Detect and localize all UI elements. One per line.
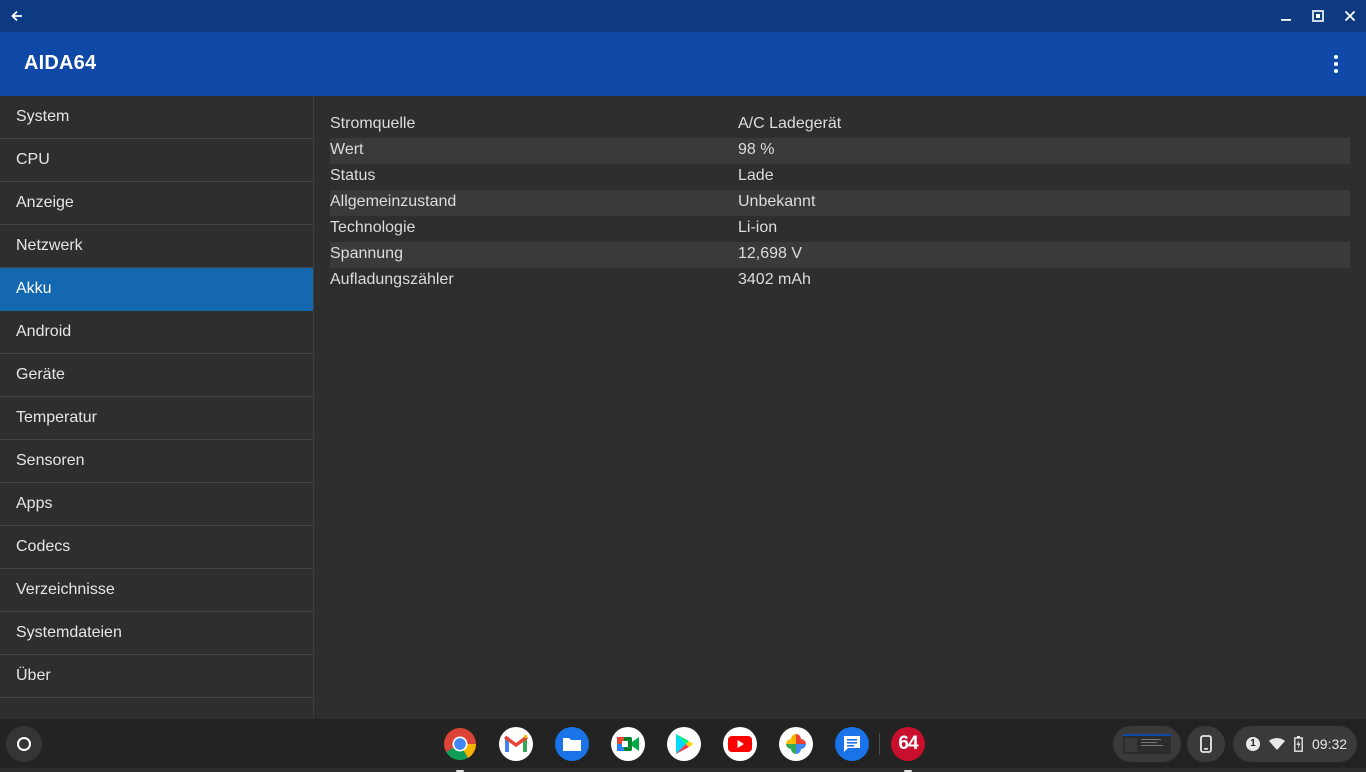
- notification-count-badge: 1: [1246, 737, 1260, 751]
- sidebar-item-temperatur[interactable]: Temperatur: [0, 397, 313, 440]
- sidebar-item-label: Temperatur: [16, 409, 97, 426]
- shelf: 64 1 09:32: [0, 719, 1366, 772]
- aida64-icon: 64: [898, 733, 918, 754]
- sidebar-item-label: CPU: [16, 151, 50, 168]
- info-row-stromquelle: Stromquelle A/C Ladegerät: [330, 112, 1350, 138]
- info-row-wert: Wert 98 %: [330, 138, 1350, 164]
- chrome-icon: [444, 728, 477, 761]
- sidebar-item-anzeige[interactable]: Anzeige: [0, 182, 313, 225]
- gmail-app-button[interactable]: [499, 727, 533, 761]
- sidebar-item-ueber[interactable]: Über: [0, 655, 313, 698]
- info-row-aufladungszaehler: Aufladungszähler 3402 mAh: [330, 268, 1350, 294]
- sidebar-item-label: Über: [16, 667, 51, 684]
- aida64-app-button[interactable]: 64: [891, 727, 925, 772]
- gmail-icon: [504, 734, 528, 752]
- minimize-button[interactable]: [1276, 6, 1296, 26]
- info-value: Lade: [738, 167, 774, 184]
- sidebar-item-system[interactable]: System: [0, 96, 313, 139]
- shelf-separator: [879, 733, 880, 755]
- meet-icon: [617, 737, 639, 751]
- window-preview-thumbnail[interactable]: [1113, 726, 1181, 762]
- chrome-app-button[interactable]: [443, 727, 477, 772]
- phone-hub-button[interactable]: [1187, 726, 1225, 762]
- back-button[interactable]: [7, 6, 27, 26]
- close-icon: [1344, 10, 1356, 22]
- launcher-button[interactable]: [6, 726, 42, 762]
- sidebar-item-label: System: [16, 108, 70, 125]
- sidebar-item-apps[interactable]: Apps: [0, 483, 313, 526]
- info-key: Wert: [330, 141, 364, 158]
- info-value: Li-ion: [738, 219, 778, 236]
- battery-charging-icon: [1294, 736, 1303, 752]
- sidebar: System CPU Anzeige Netzwerk Akku Android…: [0, 96, 314, 719]
- sidebar-item-label: Systemdateien: [16, 624, 122, 641]
- app-bar: AIDA64: [0, 32, 1366, 96]
- sidebar-item-akku[interactable]: Akku: [0, 268, 313, 311]
- sidebar-item-verzeichnisse[interactable]: Verzeichnisse: [0, 569, 313, 612]
- youtube-app-button[interactable]: [723, 727, 757, 761]
- app-title: AIDA64: [24, 52, 97, 74]
- restore-icon: [1312, 10, 1324, 22]
- messages-icon: [844, 736, 860, 752]
- clock: 09:32: [1312, 736, 1348, 752]
- sidebar-item-netzwerk[interactable]: Netzwerk: [0, 225, 313, 268]
- restore-button[interactable]: [1308, 6, 1328, 26]
- sidebar-item-label: Geräte: [16, 366, 65, 383]
- sidebar-item-cpu[interactable]: CPU: [0, 139, 313, 182]
- arrow-left-icon: [11, 10, 22, 22]
- wifi-icon: [1269, 737, 1285, 750]
- info-value: A/C Ladegerät: [738, 115, 842, 132]
- info-value: Unbekannt: [738, 193, 816, 210]
- overflow-menu-button[interactable]: [1324, 52, 1348, 76]
- info-key: Allgemeinzustand: [330, 193, 457, 210]
- photos-app-button[interactable]: [779, 727, 813, 761]
- sidebar-item-sensoren[interactable]: Sensoren: [0, 440, 313, 483]
- sidebar-item-label: Anzeige: [16, 194, 74, 211]
- sidebar-item-label: Codecs: [16, 538, 71, 555]
- sidebar-item-android[interactable]: Android: [0, 311, 313, 354]
- play-store-icon: [676, 734, 693, 754]
- info-key: Status: [330, 167, 376, 184]
- info-key: Aufladungszähler: [330, 271, 454, 288]
- sidebar-item-label: Android: [16, 323, 72, 340]
- info-value: 12,698 V: [738, 245, 803, 262]
- sidebar-item-codecs[interactable]: Codecs: [0, 526, 313, 569]
- info-key: Spannung: [330, 245, 403, 262]
- info-row-status: Status Lade: [330, 164, 1350, 190]
- launcher-circle-icon: [17, 737, 31, 751]
- info-row-technologie: Technologie Li-ion: [330, 216, 1350, 242]
- sidebar-item-geraete[interactable]: Geräte: [0, 354, 313, 397]
- minimize-icon: [1281, 19, 1291, 21]
- close-button[interactable]: [1340, 6, 1360, 26]
- sidebar-item-label: Apps: [16, 495, 53, 512]
- battery-info-panel: Stromquelle A/C Ladegerät Wert 98 % Stat…: [314, 96, 1366, 719]
- status-area[interactable]: 1 09:32: [1233, 726, 1357, 762]
- play-store-app-button[interactable]: [667, 727, 701, 761]
- info-value: 98 %: [738, 141, 775, 158]
- more-vertical-icon: [1334, 55, 1338, 73]
- sidebar-item-label: Verzeichnisse: [16, 581, 115, 598]
- youtube-icon: [728, 736, 752, 752]
- files-app-button[interactable]: [555, 727, 589, 761]
- info-key: Technologie: [330, 219, 416, 236]
- window-titlebar: [0, 0, 1366, 32]
- meet-app-button[interactable]: [611, 727, 645, 761]
- info-key: Stromquelle: [330, 115, 416, 132]
- window-preview-icon: [1123, 734, 1171, 754]
- sidebar-item-label: Netzwerk: [16, 237, 83, 254]
- files-icon: [563, 738, 581, 751]
- sidebar-item-label: Sensoren: [16, 452, 85, 469]
- phone-icon: [1200, 735, 1212, 753]
- messages-app-button[interactable]: [835, 727, 869, 761]
- info-row-spannung: Spannung 12,698 V: [330, 242, 1350, 268]
- info-row-allgemeinzustand: Allgemeinzustand Unbekannt: [330, 190, 1350, 216]
- sidebar-item-systemdateien[interactable]: Systemdateien: [0, 612, 313, 655]
- photos-icon: [786, 734, 806, 754]
- sidebar-item-label: Akku: [16, 280, 52, 297]
- info-value: 3402 mAh: [738, 271, 811, 288]
